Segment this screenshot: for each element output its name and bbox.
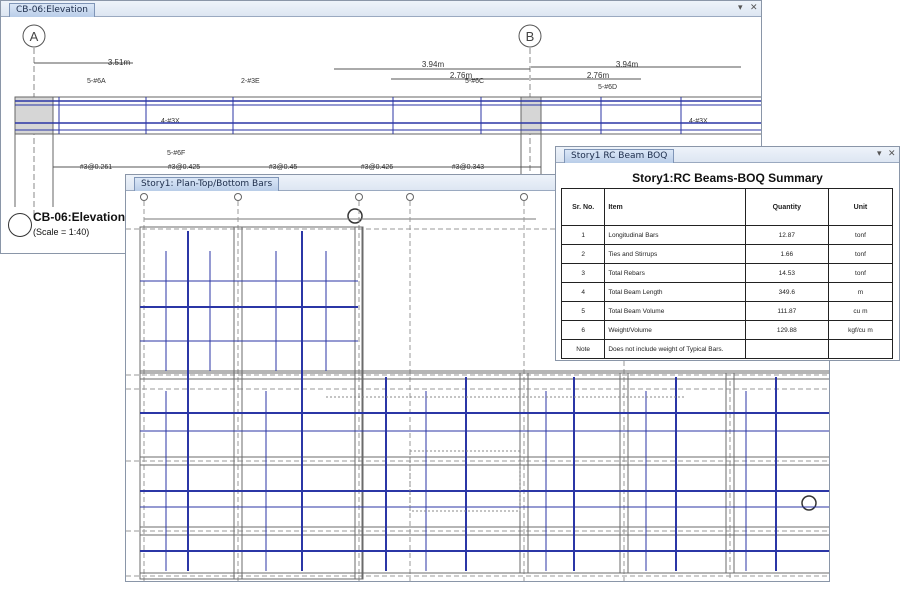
table-row: 4 Total Beam Length 349.6 m bbox=[560, 282, 894, 302]
stirrup-marks bbox=[58, 97, 682, 134]
tab-boq[interactable]: Story1 RC Beam BOQ bbox=[564, 149, 675, 163]
support-mid bbox=[520, 96, 542, 135]
cell-unit: tonf bbox=[827, 225, 894, 245]
elevation-scale: (Scale = 1:40) bbox=[33, 227, 90, 237]
stirrup-label-2: #3@0.425 bbox=[168, 164, 201, 171]
cell-unit bbox=[827, 339, 894, 359]
boq-header-row: Sr. No. Item Quantity Unit bbox=[560, 188, 894, 226]
elevation-tabbar: CB-06:Elevation ▾ ✕ bbox=[1, 1, 761, 17]
cell-item: Longitudinal Bars bbox=[604, 225, 746, 245]
table-row-note: Note Does not include weight of Typical … bbox=[560, 339, 894, 359]
grid-label-a: A bbox=[30, 29, 39, 44]
cell-unit: cu m bbox=[827, 301, 894, 321]
bar-mark-4: 5-#6D bbox=[598, 84, 617, 91]
cell-sr: 5 bbox=[560, 301, 606, 321]
cell-unit: kgf/cu m bbox=[827, 320, 894, 340]
boq-title: Story1:RC Beams-BOQ Summary bbox=[632, 171, 823, 185]
title-bubble bbox=[8, 213, 32, 237]
grid-label-b: B bbox=[526, 29, 535, 44]
boq-content: Story1:RC Beams-BOQ Summary Sr. No. Item… bbox=[556, 163, 899, 360]
boq-window[interactable]: Story1 RC Beam BOQ ▾ ✕ Story1:RC Beams-B… bbox=[555, 146, 900, 361]
cell-quantity bbox=[744, 339, 829, 359]
cell-item: Ties and Stirrups bbox=[604, 244, 746, 264]
close-icon[interactable]: ✕ bbox=[888, 149, 896, 160]
selection-marker[interactable] bbox=[347, 208, 363, 224]
cell-item: Does not include weight of Typical Bars. bbox=[604, 339, 746, 359]
cell-item: Total Beam Volume bbox=[604, 301, 746, 321]
cell-quantity: 12.87 bbox=[744, 225, 829, 245]
header-unit: Unit bbox=[827, 188, 894, 226]
cell-quantity: 349.6 bbox=[744, 282, 829, 302]
tab-plan[interactable]: Story1: Plan-Top/Bottom Bars bbox=[134, 177, 280, 191]
tab-elevation[interactable]: CB-06:Elevation bbox=[9, 3, 95, 17]
cell-unit: tonf bbox=[827, 244, 894, 264]
bar-mark-5: 4-#3X bbox=[161, 118, 180, 125]
bar-mark-2: 2-#3E bbox=[241, 78, 260, 85]
cell-quantity: 1.66 bbox=[744, 244, 829, 264]
cell-quantity: 129.88 bbox=[744, 320, 829, 340]
section-marker[interactable] bbox=[801, 495, 817, 511]
boq-table: Sr. No. Item Quantity Unit 1 Longitudina… bbox=[560, 188, 894, 359]
cell-sr: Note bbox=[560, 339, 606, 359]
cell-unit: tonf bbox=[827, 263, 894, 283]
stirrup-label-4: #3@0.426 bbox=[361, 164, 394, 171]
table-row: 6 Weight/Volume 129.88 kgf/cu m bbox=[560, 320, 894, 340]
dropdown-icon[interactable]: ▾ bbox=[738, 3, 743, 14]
header-sr: Sr. No. bbox=[560, 188, 606, 226]
boq-tabbar: Story1 RC Beam BOQ ▾ ✕ bbox=[556, 147, 899, 163]
stirrup-label-3: #3@0.45 bbox=[269, 164, 298, 171]
cell-item: Total Beam Length bbox=[604, 282, 746, 302]
cell-sr: 6 bbox=[560, 320, 606, 340]
cell-sr: 2 bbox=[560, 244, 606, 264]
cell-item: Total Rebars bbox=[604, 263, 746, 283]
dim-label-1: 3.51m bbox=[108, 58, 131, 67]
cell-sr: 3 bbox=[560, 263, 606, 283]
beam-outline bbox=[14, 96, 761, 135]
close-icon[interactable]: ✕ bbox=[750, 3, 758, 14]
header-quantity: Quantity bbox=[744, 188, 829, 226]
bar-mark-7: 5-#6F bbox=[167, 150, 185, 157]
cell-sr: 4 bbox=[560, 282, 606, 302]
bar-mark-3: 5-#6C bbox=[465, 78, 484, 85]
table-row: 3 Total Rebars 14.53 tonf bbox=[560, 263, 894, 283]
plan-hatched-region bbox=[326, 396, 686, 512]
cell-unit: m bbox=[827, 282, 894, 302]
cell-sr: 1 bbox=[560, 225, 606, 245]
bar-mark-6: 4-#3X bbox=[689, 118, 708, 125]
dropdown-icon[interactable]: ▾ bbox=[877, 149, 882, 160]
table-row: 1 Longitudinal Bars 12.87 tonf bbox=[560, 225, 894, 245]
dim-label-4: 2.76m bbox=[587, 71, 610, 80]
table-row: 5 Total Beam Volume 111.87 cu m bbox=[560, 301, 894, 321]
elevation-title: CB-06:Elevation bbox=[33, 210, 126, 224]
cell-item: Weight/Volume bbox=[604, 320, 746, 340]
table-row: 2 Ties and Stirrups 1.66 tonf bbox=[560, 244, 894, 264]
stirrup-label-5: #3@0.343 bbox=[452, 164, 485, 171]
dim-label-5: 3.94m bbox=[616, 60, 639, 69]
stirrup-label-1: #3@0.261 bbox=[80, 164, 113, 171]
bar-mark-1: 5-#6A bbox=[87, 78, 106, 85]
header-item: Item bbox=[604, 188, 746, 226]
cell-quantity: 14.53 bbox=[744, 263, 829, 283]
dim-label-2: 3.94m bbox=[422, 60, 445, 69]
support-left bbox=[14, 96, 54, 135]
cell-quantity: 111.87 bbox=[744, 301, 829, 321]
